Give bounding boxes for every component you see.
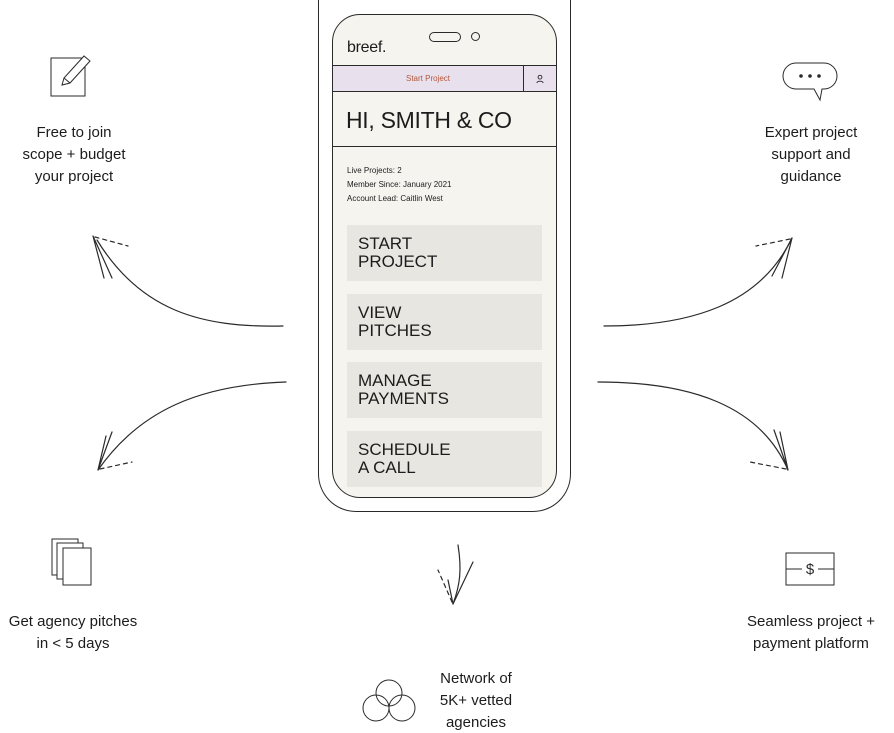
arrow-upper-right [603,237,793,327]
view-pitches-button[interactable]: VIEW PITCHES [347,294,542,350]
schedule-call-button[interactable]: SCHEDULE A CALL [347,431,542,487]
feature-agency-pitches: Get agency pitches in < 5 days [8,613,138,652]
feature-payment-platform: Seamless project + payment platform [747,613,875,652]
phone-camera [471,32,480,41]
feature-free-to-join: Free to join scope + budget your project [22,124,126,185]
member-since-text: Member Since: January 2021 [347,180,452,189]
dollar-symbol: $ [806,561,815,578]
feature-expert-support: Expert project support and guidance [764,124,858,185]
dollar-bill-icon: $ [785,552,835,591]
start-project-bar[interactable]: Start Project [333,65,556,92]
pencil-square-icon [50,52,92,103]
arrow-lower-left [97,381,287,471]
user-icon[interactable] [524,66,556,91]
phone-speaker [429,32,461,42]
chat-bubble-icon [782,62,838,109]
divider [333,146,556,147]
document-stack-icon [50,537,94,592]
start-project-button[interactable]: START PROJECT [347,225,542,281]
arrow-upper-left [96,239,284,327]
arrow-down [452,544,461,605]
manage-payments-button[interactable]: MANAGE PAYMENTS [347,362,542,418]
arrow-lower-right [597,381,789,471]
app-logo: breef. [347,39,387,56]
account-lead-text: Account Lead: Caitlin West [347,194,443,203]
start-project-link[interactable]: Start Project [333,66,524,91]
phone-screen: breef. Start Project HI, SMITH & CO Live… [332,14,557,498]
feature-network: Network of 5K+ vetted agencies [439,670,513,731]
live-projects-text: Live Projects: 2 [347,166,402,175]
greeting-title: HI, SMITH & CO [346,107,512,133]
overlapping-circles-icon [358,678,420,729]
